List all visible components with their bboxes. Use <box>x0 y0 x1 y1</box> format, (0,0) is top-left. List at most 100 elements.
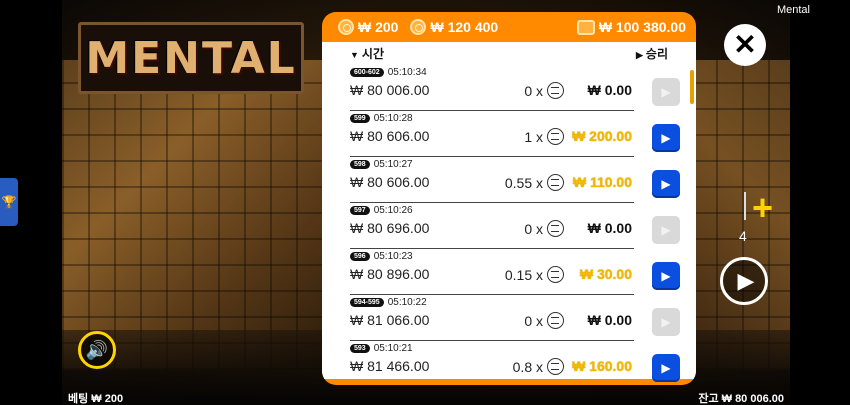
history-panel: ₩ 200 ₩ 120 400 ₩ 100 380.00 ▼ 시간 ▶ 승리 600… <box>322 12 696 385</box>
history-list[interactable]: ▼ 시간 ▶ 승리 600-602 05:10:34 ₩ 80 006.00 0 x ₩ 0… <box>322 42 696 382</box>
coin-icon <box>338 19 354 35</box>
round-balance: ₩ 81 466.00 <box>350 358 430 374</box>
replay-button: ▶ <box>652 308 680 336</box>
round-id: 597 <box>350 206 370 215</box>
bet-label: 베팅 ₩ 200 <box>68 393 124 405</box>
trophy-icon: 🏆 <box>1 195 17 209</box>
win-column-label: 승리 <box>645 47 668 61</box>
history-row: 596 05:10:23 ₩ 80 896.00 0.15 x ₩ 30.00 ▶ <box>350 249 680 295</box>
coin-icon <box>547 312 564 329</box>
history-row: 594-595 05:10:22 ₩ 81 066.00 0 x ₩ 0.00 ▶ <box>350 295 680 341</box>
round-id: 596 <box>350 252 370 261</box>
multiplier-value: 0 x <box>524 82 543 99</box>
row-meta: 600-602 05:10:34 <box>350 67 427 78</box>
history-row: 597 05:10:26 ₩ 80 696.00 0 x ₩ 0.00 ▶ <box>350 203 680 249</box>
replay-button: ▶ <box>652 216 680 244</box>
round-win: ₩ 160.00 <box>572 358 632 374</box>
sound-button[interactable]: 🔊 <box>78 331 116 369</box>
round-id: 594-595 <box>350 298 384 307</box>
sort-down-icon: ▼ <box>350 50 359 60</box>
row-meta: 596 05:10:23 <box>350 251 413 262</box>
sort-win[interactable]: ▶ 승리 <box>636 45 668 62</box>
history-row: 593 05:10:21 ₩ 81 466.00 0.8 x ₩ 160.00 ▶ <box>350 341 680 385</box>
background-wall-right <box>690 60 790 370</box>
spin-button[interactable]: ▶ <box>720 257 768 305</box>
multiplier-value: 0 x <box>524 220 543 237</box>
sound-icon: 🔊 <box>85 340 109 360</box>
round-balance: ₩ 80 006.00 <box>350 82 430 98</box>
round-multiplier: 0.8 x <box>513 358 564 375</box>
round-win: ₩ 0.00 <box>587 312 632 328</box>
round-win: ₩ 0.00 <box>587 220 632 236</box>
play-icon: ▶ <box>661 269 671 283</box>
play-icon: ▶ <box>661 223 671 237</box>
round-multiplier: 0.55 x <box>505 174 564 191</box>
balance-label: 잔고 ₩ 80 006.00 <box>698 393 784 405</box>
round-time: 05:10:23 <box>373 251 413 262</box>
coin-icon <box>547 220 564 237</box>
multiplier-value: 0.55 x <box>504 174 543 191</box>
round-time: 05:10:22 <box>387 297 427 308</box>
multiplier-value: 0.15 x <box>504 266 543 283</box>
history-row: 600-602 05:10:34 ₩ 80 006.00 0 x ₩ 0.00 ▶ <box>350 65 680 111</box>
round-time: 05:10:26 <box>373 205 413 216</box>
round-balance: ₩ 81 066.00 <box>350 312 430 328</box>
sort-time[interactable]: ▼ 시간 <box>350 45 636 62</box>
row-meta: 594-595 05:10:22 <box>350 297 427 308</box>
round-win: ₩ 30.00 <box>579 266 632 282</box>
coin-icon <box>410 19 427 35</box>
round-time: 05:10:34 <box>387 67 427 78</box>
round-multiplier: 0 x <box>524 312 564 329</box>
row-meta: 593 05:10:21 <box>350 343 413 354</box>
plus-button[interactable]: + <box>752 190 773 226</box>
history-scrollbar[interactable] <box>690 70 694 104</box>
background-wall-left <box>62 60 322 370</box>
letterbox-right <box>790 0 850 405</box>
replay-button: ▶ <box>652 78 680 106</box>
history-column-headers: ▼ 시간 ▶ 승리 <box>322 42 696 65</box>
replay-button[interactable]: ▶ <box>652 170 680 198</box>
history-row: 599 05:10:28 ₩ 80 606.00 1 x ₩ 200.00 ▶ <box>350 111 680 157</box>
play-icon: ▶ <box>661 177 671 191</box>
game-logo: MENTAL <box>78 22 304 94</box>
time-column-label: 시간 <box>361 47 385 61</box>
round-win: ₩ 200.00 <box>572 128 632 144</box>
header-total-amount: ₩ 120 400 <box>430 19 499 35</box>
history-row: 598 05:10:27 ₩ 80 606.00 0.55 x ₩ 110.00 ▶ <box>350 157 680 203</box>
multiplier-value: 0.8 x <box>512 358 543 375</box>
app-title: Mental <box>776 4 810 16</box>
sort-right-icon: ▶ <box>635 50 643 60</box>
row-meta: 599 05:10:28 <box>350 113 413 124</box>
game-logo-text: MENTAL <box>85 32 297 84</box>
round-win: ₩ 0.00 <box>587 82 632 98</box>
multiplier-value: 1 x <box>524 128 543 145</box>
wallet-icon <box>576 19 595 35</box>
stake-divider <box>744 192 746 220</box>
replay-button[interactable]: ▶ <box>652 262 680 290</box>
trophy-tab[interactable]: 🏆 <box>0 178 18 226</box>
close-icon: ✕ <box>733 29 757 60</box>
round-id: 593 <box>350 344 370 353</box>
play-icon: ▶ <box>661 315 671 329</box>
header-wallet: ₩ 100 380.00 <box>576 19 686 35</box>
header-wallet-amount: ₩ 100 380.00 <box>598 19 686 35</box>
round-balance: ₩ 80 606.00 <box>350 128 430 144</box>
history-panel-header: ₩ 200 ₩ 120 400 ₩ 100 380.00 <box>322 12 696 42</box>
round-id: 600-602 <box>350 68 384 77</box>
round-id: 598 <box>350 160 370 169</box>
header-total: ₩ 120 400 <box>410 19 498 35</box>
round-multiplier: 1 x <box>524 128 564 145</box>
coin-icon <box>547 82 564 99</box>
round-id: 599 <box>350 114 370 123</box>
multiplier-value: 0 x <box>524 312 543 329</box>
replay-button[interactable]: ▶ <box>652 354 680 382</box>
round-time: 05:10:21 <box>373 343 413 354</box>
close-button[interactable]: ✕ <box>724 24 766 66</box>
plus-icon: + <box>752 187 774 228</box>
round-time: 05:10:27 <box>373 159 413 170</box>
header-bet-amount: ₩ 200 <box>358 19 399 35</box>
stake-level: 4 <box>739 228 747 244</box>
coin-icon <box>547 174 564 191</box>
replay-button[interactable]: ▶ <box>652 124 680 152</box>
round-win: ₩ 110.00 <box>572 174 632 190</box>
